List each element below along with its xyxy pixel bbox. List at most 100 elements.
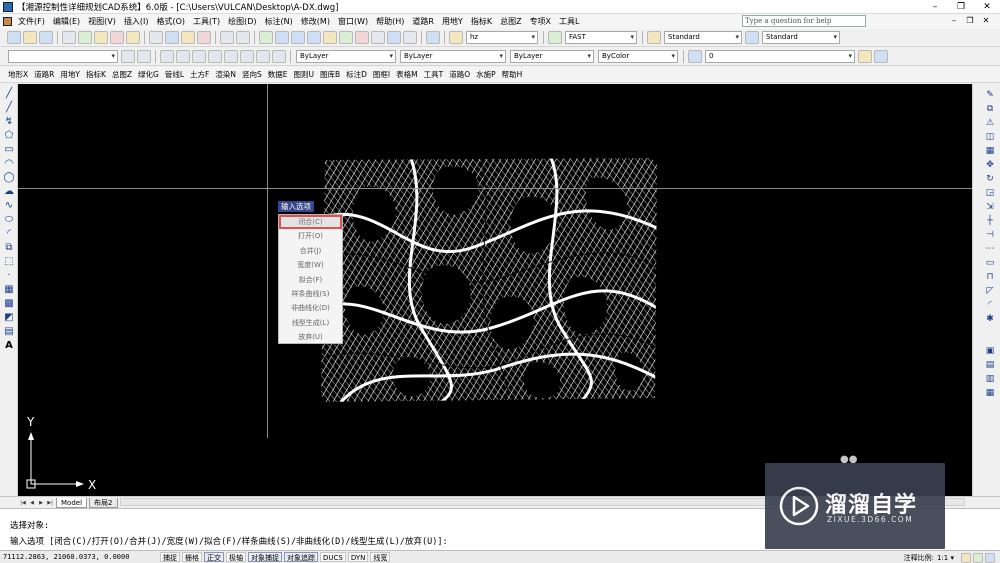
layer-states-icon[interactable] [874, 50, 888, 63]
tool-water[interactable]: 水施P [473, 69, 499, 80]
option-join[interactable]: 合并(J) [279, 244, 342, 258]
snap-toggle[interactable]: 捕捉 [160, 552, 180, 562]
trim-icon[interactable]: ┼ [984, 216, 996, 227]
array-icon[interactable]: ▦ [984, 146, 996, 157]
option-decurve[interactable]: 非曲线化(D) [279, 301, 342, 315]
pencil-icon[interactable] [272, 50, 286, 63]
menu-road[interactable]: 道路R [408, 16, 438, 27]
toolpalette-icon[interactable] [355, 31, 369, 44]
angle-icon[interactable] [208, 50, 222, 63]
menu-edit[interactable]: 编辑(E) [49, 16, 84, 27]
cut-icon[interactable] [149, 31, 163, 44]
menu-index[interactable]: 指标K [467, 16, 496, 27]
help-icon[interactable] [426, 31, 440, 44]
circle-tool-icon[interactable]: ◯ [3, 172, 15, 183]
layer-previous-icon[interactable] [137, 50, 151, 63]
doc-icon[interactable] [3, 17, 12, 26]
chamfer-icon[interactable]: ◸ [984, 286, 996, 297]
option-spline[interactable]: 样条曲线(S) [279, 287, 342, 301]
tab-first-button[interactable]: |◀ [19, 499, 27, 507]
menu-format[interactable]: 格式(O) [152, 16, 189, 27]
layer-state-combo[interactable] [8, 50, 118, 63]
menu-help[interactable]: 帮助(H) [372, 16, 408, 27]
tab-prev-button[interactable]: ◀ [28, 499, 36, 507]
osnap-toggle[interactable]: 对象捕捉 [248, 552, 282, 562]
zoom-window-icon[interactable] [291, 31, 305, 44]
polar-toggle[interactable]: 极轴 [226, 552, 246, 562]
markup-icon[interactable] [387, 31, 401, 44]
menu-window[interactable]: 窗口(W) [334, 16, 372, 27]
tool-annotate[interactable]: 标注D [343, 69, 370, 80]
save-icon[interactable] [39, 31, 53, 44]
paste-icon[interactable] [181, 31, 195, 44]
move-icon[interactable]: ✥ [984, 160, 996, 171]
circle-icon[interactable] [240, 50, 254, 63]
option-close[interactable]: 闭合(C) [279, 215, 342, 230]
layer-state-icon[interactable] [121, 50, 135, 63]
option-undo[interactable]: 放弃(U) [279, 330, 342, 344]
zoom-realtime-icon[interactable] [275, 31, 289, 44]
layer-filter-icon[interactable] [449, 31, 463, 44]
erase-icon[interactable]: ✎ [984, 90, 996, 101]
tool-tools[interactable]: 工具T [421, 69, 447, 80]
mdi-minimize-button[interactable]: – [946, 14, 962, 28]
insert-block-icon[interactable]: ⧉ [3, 242, 15, 253]
ellipse-arc-icon[interactable]: ◜ [3, 228, 15, 239]
open-icon[interactable] [23, 31, 37, 44]
menu-insert[interactable]: 插入(I) [120, 16, 153, 27]
circle-target-icon[interactable] [224, 50, 238, 63]
copy-object-icon[interactable]: ⧉ [984, 104, 996, 115]
menu-siteplan[interactable]: 总图Z [496, 16, 525, 27]
color-combo[interactable]: ByLayer [296, 50, 396, 63]
zoom-previous-icon[interactable] [307, 31, 321, 44]
ellipse-icon[interactable]: ⬭ [3, 214, 15, 225]
arc-icon[interactable]: ◠ [3, 158, 15, 169]
designcenter-icon[interactable] [339, 31, 353, 44]
tool-table[interactable]: 表格M [393, 69, 420, 80]
break-point-icon[interactable]: ⋯ [984, 244, 996, 255]
revcloud-icon[interactable]: ☁ [3, 186, 15, 197]
menu-dimension[interactable]: 标注(N) [261, 16, 297, 27]
text-style-combo[interactable]: Standard [664, 31, 742, 44]
fillet-icon[interactable]: ◜ [984, 300, 996, 311]
draworder-icon[interactable]: ▣ [984, 346, 996, 357]
tool-greening[interactable]: 绿化G [135, 69, 162, 80]
perpendicular-icon[interactable] [192, 50, 206, 63]
polyline-icon[interactable]: ↯ [3, 116, 15, 127]
calculator-icon[interactable] [403, 31, 417, 44]
mdi-close-button[interactable]: ✕ [978, 14, 994, 28]
stretch-icon[interactable]: ⇲ [984, 202, 996, 213]
option-width[interactable]: 宽度(W) [279, 258, 342, 272]
draworder-front-icon[interactable]: ▤ [984, 360, 996, 371]
preview-icon[interactable] [78, 31, 92, 44]
spline-icon[interactable]: ∿ [3, 200, 15, 211]
text-front-icon[interactable]: ▦ [984, 388, 996, 399]
minimize-button[interactable]: – [922, 0, 948, 14]
offset-icon[interactable]: ◫ [984, 132, 996, 143]
join-icon[interactable]: ⊓ [984, 272, 996, 283]
mdi-restore-button[interactable]: ❐ [962, 14, 978, 28]
menu-tools-l[interactable]: 工具L [555, 16, 583, 27]
brush-icon[interactable] [197, 31, 211, 44]
sheetset-icon[interactable] [371, 31, 385, 44]
clean-screen-icon[interactable] [985, 552, 995, 563]
linetype-combo[interactable]: ByLayer [400, 50, 506, 63]
pan-icon[interactable] [259, 31, 273, 44]
dim-style-combo[interactable]: Standard [762, 31, 840, 44]
scale-icon[interactable]: ◲ [984, 188, 996, 199]
redo-icon[interactable] [236, 31, 250, 44]
drawing-canvas[interactable]: Y X 输入选项 闭合(C) 打开(O) 合并(J) 宽度(W) 拟合(F) 样… [18, 84, 972, 496]
snap-icon[interactable] [256, 50, 270, 63]
tab-last-button[interactable]: ▶| [46, 499, 54, 507]
menu-draw[interactable]: 绘图(D) [224, 16, 260, 27]
plot-icon[interactable] [110, 31, 124, 44]
draworder-back-icon[interactable]: ▥ [984, 374, 996, 385]
matchprop-icon[interactable] [126, 31, 140, 44]
tab-layout2[interactable]: 布局2 [89, 497, 118, 508]
layer-filter-combo[interactable]: hz [466, 31, 538, 44]
layer-manager-icon[interactable] [688, 50, 702, 63]
point-icon[interactable]: · [3, 270, 15, 281]
rectangle-icon[interactable]: ▭ [3, 144, 15, 155]
copy-icon[interactable] [165, 31, 179, 44]
xline-icon[interactable] [176, 50, 190, 63]
